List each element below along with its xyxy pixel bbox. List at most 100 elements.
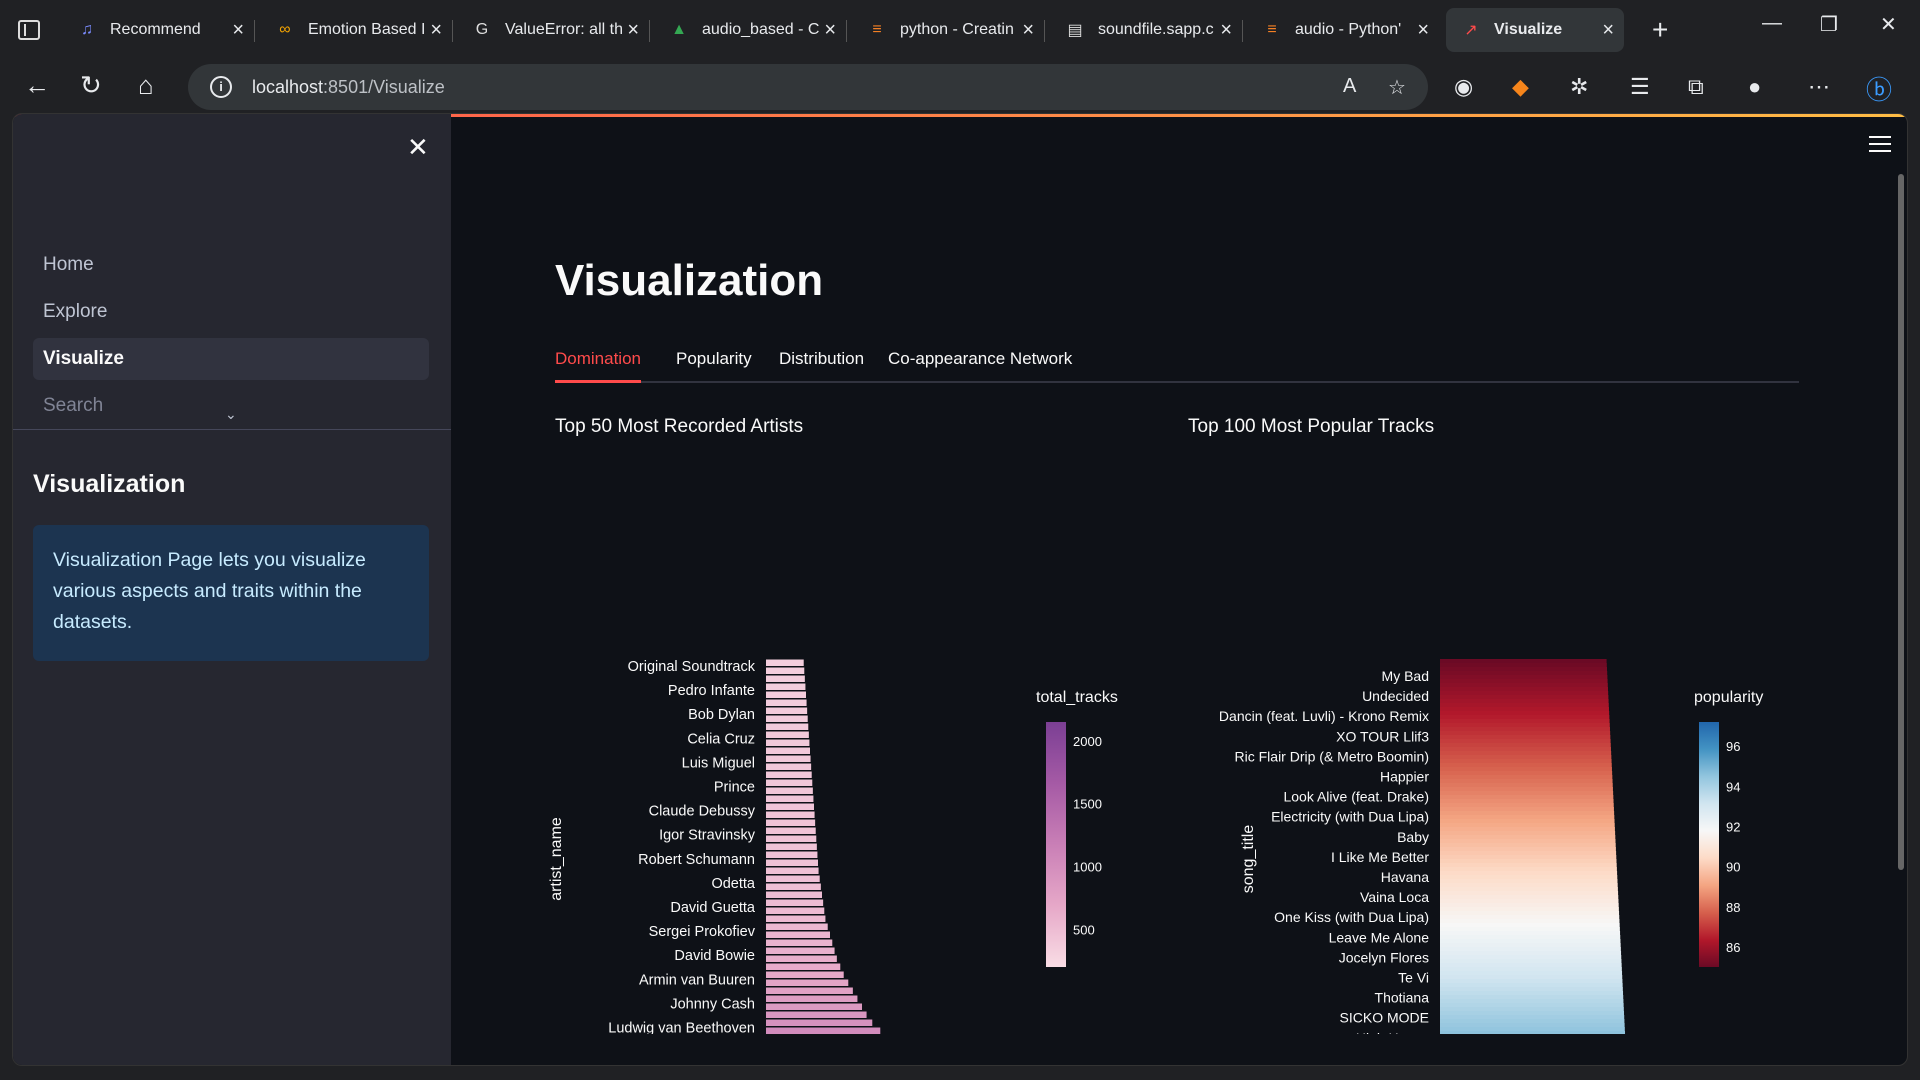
browser-tab[interactable]: ♫ Recommend × (62, 8, 255, 52)
y-tick-label: Sergei Prokofiev (649, 924, 756, 940)
track-bar (1440, 979, 1623, 984)
y-tick-label: David Bowie (674, 948, 755, 964)
track-bar (1440, 675, 1608, 680)
minimize-button[interactable]: — (1762, 12, 1782, 35)
close-tab-icon[interactable]: × (824, 19, 836, 42)
artists-bar-chart[interactable]: Original Soundtrack Pedro Infante Bob Dyla… (541, 514, 1121, 1034)
browser-tab-label: Emotion Based I (308, 21, 426, 38)
drive-icon: ▲ (671, 21, 687, 38)
artist-bar (766, 931, 830, 938)
track-bar (1440, 719, 1610, 724)
metamask-icon[interactable]: ◆ (1512, 74, 1529, 100)
track-bar (1440, 831, 1616, 836)
track-bar (1440, 939, 1621, 944)
track-bar (1440, 931, 1621, 936)
back-icon[interactable]: ← (24, 70, 50, 101)
artist-bar (766, 955, 837, 962)
artist-bar (766, 1003, 862, 1010)
close-tab-icon[interactable]: × (1022, 19, 1034, 42)
track-bar (1440, 903, 1619, 908)
artist-bar (766, 779, 813, 786)
sidebar-item-visualize[interactable]: Visualize (33, 338, 429, 380)
track-bar (1440, 967, 1622, 972)
sidebar-item-explore[interactable]: Explore (33, 291, 429, 333)
y-tick-label: One Kiss (with Dua Lipa) (1274, 909, 1429, 925)
tab-separator (649, 20, 650, 42)
colorbar-tick-label: 86 (1726, 940, 1740, 955)
y-tick-label: Bob Dylan (688, 707, 755, 723)
track-bar (1440, 879, 1618, 884)
sidebar-item-label: Visualize (43, 348, 124, 369)
track-bar (1440, 919, 1620, 924)
browser-tab[interactable]: ∞ Emotion Based I × (260, 8, 453, 52)
artist-bar (766, 827, 816, 834)
more-menu-icon[interactable]: ⋯ (1808, 74, 1830, 100)
y-axis-label: artist_name (548, 817, 565, 901)
tab-popularity[interactable]: Popularity (676, 349, 752, 383)
artist-bar (766, 659, 804, 666)
artist-bar (766, 707, 808, 714)
tab-domination[interactable]: Domination (555, 349, 641, 383)
track-bar (1440, 659, 1607, 664)
y-tick-label: Look Alive (feat. Drake) (1283, 789, 1429, 805)
colorbar-tick-label: 1500 (1073, 797, 1102, 812)
extension-icon[interactable]: ◉ (1454, 74, 1473, 100)
track-bar (1440, 687, 1608, 692)
reload-icon[interactable]: ↻ (80, 70, 102, 101)
add-favorite-icon[interactable]: ☆ (1388, 75, 1406, 100)
browser-tab[interactable]: ≡ python - Creatin × (852, 8, 1045, 52)
close-tab-icon[interactable]: × (1220, 19, 1232, 42)
track-bar (1440, 991, 1624, 996)
sidebar-section-title: Visualization (33, 470, 186, 498)
address-bar[interactable]: i localhost:8501/Visualize A ☆ (188, 64, 1428, 110)
tab-distribution[interactable]: Distribution (779, 349, 864, 383)
artist-bar (766, 875, 820, 882)
track-bar (1440, 915, 1620, 920)
track-bar (1440, 731, 1611, 736)
track-bar (1440, 723, 1610, 728)
y-tick-label: Thotiana (1375, 990, 1430, 1006)
tracks-bar-chart[interactable]: My Bad Undecided Dancin (feat. Luvli) - Kr… (1171, 514, 1821, 1034)
track-bar (1440, 867, 1617, 872)
track-bar (1440, 807, 1614, 812)
colorbar-tick-label: 2000 (1073, 734, 1102, 749)
artist-bar (766, 883, 821, 890)
tab-actions-icon[interactable] (18, 20, 40, 40)
close-tab-icon[interactable]: × (1602, 19, 1614, 42)
track-bar (1440, 803, 1614, 808)
profile-avatar[interactable]: ● (1748, 74, 1761, 100)
close-tab-icon[interactable]: × (627, 19, 639, 42)
favorites-icon[interactable]: ☰ (1630, 74, 1650, 100)
music-note-icon: ♫ (81, 21, 93, 38)
sidebar-item-home[interactable]: Home (33, 244, 429, 286)
browser-tab[interactable]: ▤ soundfile.sapp.c × (1050, 8, 1243, 52)
y-tick-label: Undecided (1362, 688, 1429, 704)
collections-icon[interactable]: ⧉ (1688, 74, 1704, 100)
close-window-button[interactable]: ✕ (1880, 12, 1897, 37)
extensions-puzzle-icon[interactable]: ✲ (1570, 74, 1588, 100)
y-tick-label: High Hopes (1356, 1030, 1429, 1034)
home-icon[interactable]: ⌂ (138, 70, 154, 101)
browser-tab[interactable]: ≡ audio - Python' × (1247, 8, 1439, 52)
browser-tab[interactable]: ▲ audio_based - C × (654, 8, 847, 52)
track-bar (1440, 863, 1617, 868)
bing-copilot-icon[interactable]: ⓑ (1866, 70, 1892, 107)
browser-tab[interactable]: G ValueError: all th × (457, 8, 650, 52)
url-path: :8501/Visualize (323, 77, 445, 97)
close-sidebar-icon[interactable]: ✕ (407, 132, 429, 163)
read-aloud-icon[interactable]: A (1343, 75, 1356, 98)
close-tab-icon[interactable]: × (430, 19, 442, 42)
artist-bar (766, 867, 819, 874)
browser-tab[interactable]: ↗ Visualize × (1446, 8, 1624, 52)
tab-co-appearance-network[interactable]: Co-appearance Network (888, 349, 1072, 383)
y-tick-label: Odetta (711, 876, 755, 892)
artist-bar (766, 891, 822, 898)
close-tab-icon[interactable]: × (1417, 19, 1429, 42)
restore-button[interactable]: ❐ (1820, 12, 1838, 37)
chevron-down-icon[interactable]: ⌄ (225, 406, 237, 423)
browser-tab-label: audio_based - C (702, 21, 820, 38)
site-info-icon[interactable]: i (210, 76, 232, 98)
close-tab-icon[interactable]: × (232, 19, 244, 42)
new-tab-button[interactable]: + (1652, 14, 1668, 46)
track-bar (1440, 887, 1618, 892)
